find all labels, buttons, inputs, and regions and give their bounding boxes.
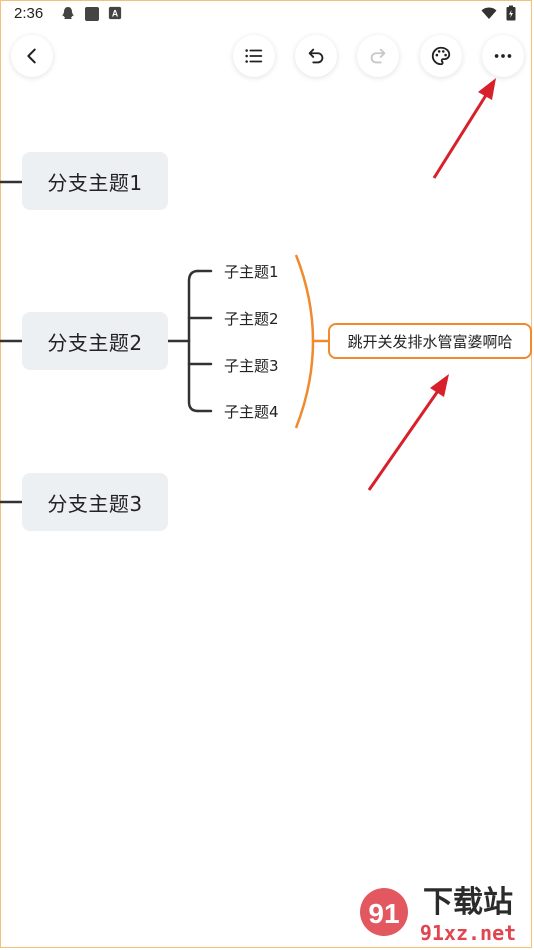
svg-text:91: 91 — [368, 898, 399, 929]
watermark-text: 下载站 — [423, 885, 513, 920]
annotation-arrow-1 — [432, 78, 496, 179]
summary-brace — [294, 254, 315, 429]
subtopic-3[interactable]: 子主题3 — [224, 355, 279, 376]
annotation-arrow-2 — [367, 374, 449, 491]
subtopic-2[interactable]: 子主题2 — [224, 308, 279, 329]
branch-topic-1[interactable]: 分支主题1 — [22, 152, 168, 210]
watermark-domain: 91xz.net — [420, 921, 516, 945]
subtopic-bracket — [187, 269, 200, 413]
subtopic-1[interactable]: 子主题1 — [224, 261, 279, 282]
branch-topic-2[interactable]: 分支主题2 — [22, 312, 168, 370]
subtopic-4[interactable]: 子主题4 — [224, 401, 279, 422]
watermark-logo: 91 下载站 91xz.net — [360, 885, 516, 945]
subtopic-ticks — [187, 269, 213, 413]
branch-topic-3[interactable]: 分支主题3 — [22, 473, 168, 531]
summary-topic[interactable]: 跳开关发排水管富婆啊哈 — [328, 323, 532, 359]
